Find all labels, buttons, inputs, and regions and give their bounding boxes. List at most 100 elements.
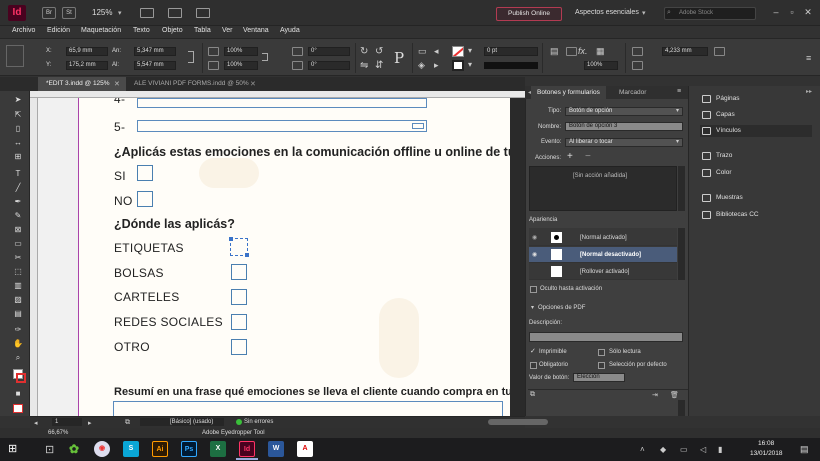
- maximize-icon[interactable]: ▫: [786, 6, 798, 18]
- flip-horizontal-icon[interactable]: ⇋: [360, 60, 368, 71]
- flip-vertical-icon[interactable]: ⇵: [375, 60, 383, 71]
- open-page-icon[interactable]: ⧉: [125, 419, 130, 427]
- select-previous-icon[interactable]: ◂: [434, 46, 439, 57]
- panel-capas[interactable]: Capas: [700, 109, 806, 121]
- width-field[interactable]: 5,347 mm: [134, 47, 176, 56]
- constrain-scale-icon[interactable]: [262, 53, 268, 61]
- auto-fit-icon[interactable]: [632, 47, 643, 56]
- clover-app-icon[interactable]: ✿: [66, 441, 82, 457]
- radio-no[interactable]: [137, 191, 153, 207]
- tab-close-icon[interactable]: ✕: [114, 80, 120, 88]
- imprimible-checkbox-checked-icon[interactable]: ✓: [530, 347, 536, 355]
- seleccion-checkbox[interactable]: [598, 362, 605, 369]
- first-page-icon[interactable]: ◂: [34, 419, 38, 427]
- panel-paginas[interactable]: Páginas: [700, 93, 806, 105]
- minimize-icon[interactable]: –: [770, 6, 782, 18]
- text-field-4[interactable]: [137, 98, 427, 108]
- task-view-icon[interactable]: ⊡: [45, 443, 54, 456]
- pen-tool-icon[interactable]: ✒: [13, 197, 23, 206]
- clock-time[interactable]: 16:08: [758, 440, 774, 447]
- indesign-app-icon[interactable]: Id: [8, 5, 26, 21]
- rotate-ccw-icon[interactable]: ↺: [375, 46, 383, 57]
- menu-ver[interactable]: Ver: [222, 27, 233, 34]
- fill-dropdown-icon[interactable]: ▾: [468, 46, 472, 55]
- rectangle-tool-icon[interactable]: ▭: [13, 239, 23, 248]
- menu-archivo[interactable]: Archivo: [12, 27, 35, 34]
- height-field[interactable]: 5,547 mm: [134, 61, 176, 70]
- windows-start-icon[interactable]: ⊞: [8, 443, 21, 456]
- close-icon[interactable]: ✕: [802, 6, 814, 18]
- menu-objeto[interactable]: Objeto: [162, 27, 183, 34]
- eye-icon[interactable]: ◉: [532, 247, 537, 263]
- tab-edit3[interactable]: *EDIT 3.indd @ 125%: [38, 77, 126, 91]
- scroll-thumb[interactable]: [488, 419, 548, 425]
- stroke-color-icon[interactable]: [16, 373, 26, 383]
- photoshop-icon[interactable]: Ps: [181, 441, 197, 457]
- notifications-icon[interactable]: ▤: [800, 444, 809, 455]
- radio-carteles[interactable]: [231, 289, 247, 305]
- panel-color[interactable]: Color: [700, 167, 806, 179]
- content-collector-icon[interactable]: ⊞: [13, 152, 23, 161]
- panel-menu-icon[interactable]: ≡: [677, 88, 681, 95]
- preview-spread-icon[interactable]: ⧉: [530, 391, 535, 399]
- arrange-documents-icon[interactable]: [196, 8, 210, 18]
- solo-lectura-checkbox[interactable]: [598, 349, 605, 356]
- direct-selection-tool-icon[interactable]: ⇱: [13, 110, 23, 119]
- state-normal-on[interactable]: ◉ [Normal activado]: [529, 230, 677, 246]
- horizontal-ruler[interactable]: [30, 91, 525, 98]
- page-number-field[interactable]: 1: [52, 418, 82, 426]
- document-canvas[interactable]: 4- 5- ¿Aplicás estas emociones en la com…: [38, 98, 525, 416]
- y-field[interactable]: 175,2 mm: [66, 61, 108, 70]
- radio-otro[interactable]: [231, 339, 247, 355]
- eye-icon[interactable]: ◉: [532, 230, 537, 246]
- tab-buttons-forms[interactable]: Botones y formularios: [531, 86, 606, 99]
- panel-menu-icon[interactable]: ≡: [806, 53, 811, 63]
- scissors-tool-icon[interactable]: ✂: [13, 253, 23, 262]
- shear-angle-field[interactable]: 0°: [308, 61, 350, 70]
- radio-si[interactable]: [137, 165, 153, 181]
- state-normal-off[interactable]: ◉ [Normal desactivado]: [529, 247, 677, 263]
- workspace-chevron-icon[interactable]: ▾: [642, 9, 646, 17]
- tab-close-icon[interactable]: ✕: [250, 80, 256, 88]
- gradient-swatch-tool-icon[interactable]: ▥: [13, 281, 23, 290]
- menu-texto[interactable]: Texto: [133, 27, 150, 34]
- panel-trazo[interactable]: Trazo: [700, 150, 806, 162]
- column-width-field[interactable]: 4,233 mm: [662, 47, 708, 56]
- tray-chevron-icon[interactable]: ˄: [640, 445, 645, 454]
- dropbox-tray-icon[interactable]: ◆: [660, 445, 666, 454]
- primary-text-frame-style[interactable]: [Básico] (usado): [140, 418, 224, 426]
- hand-tool-icon[interactable]: ✋: [13, 339, 23, 348]
- rectangle-frame-tool-icon[interactable]: ⊠: [13, 225, 23, 234]
- apply-color-icon[interactable]: ■: [13, 389, 23, 398]
- tab-ale-viviani[interactable]: ALE VIVIANI PDF FORMS.indd @ 50%: [126, 77, 262, 91]
- tipo-dropdown[interactable]: Botón de opción: [565, 107, 683, 116]
- volume-icon[interactable]: ◁: [700, 445, 706, 454]
- scale-y-field[interactable]: 100%: [224, 61, 258, 70]
- tab-marcador[interactable]: Marcador: [613, 86, 652, 99]
- gap-tool-icon[interactable]: ↔: [13, 138, 23, 147]
- state-rollover-on[interactable]: [Rollover activado]: [529, 264, 677, 280]
- summary-text-field[interactable]: [113, 401, 503, 416]
- expand-dock-icon[interactable]: ▸▸: [806, 88, 812, 95]
- panel-muestras[interactable]: Muestras: [700, 192, 806, 204]
- nombre-field[interactable]: Botón de opción 3: [565, 122, 683, 131]
- opacity-field[interactable]: 100%: [584, 61, 618, 70]
- radio-bolsas[interactable]: [231, 264, 247, 280]
- menu-edicion[interactable]: Edición: [47, 27, 70, 34]
- type-tool-icon[interactable]: T: [13, 169, 23, 178]
- workspace-switcher[interactable]: Aspectos esenciales: [575, 9, 639, 16]
- add-action-icon[interactable]: +: [567, 151, 573, 162]
- fill-swatch[interactable]: [452, 46, 464, 57]
- convert-object-icon[interactable]: ⇥: [652, 391, 658, 399]
- panel-bibliotecas[interactable]: Bibliotecas CC: [700, 209, 806, 221]
- trash-icon[interactable]: 🗑: [670, 391, 679, 399]
- document-page[interactable]: 4- 5- ¿Aplicás estas emociones en la com…: [78, 98, 525, 416]
- panel-scrollbar[interactable]: [678, 400, 685, 416]
- stock-button[interactable]: St: [62, 7, 76, 19]
- stroke-swatch[interactable]: [452, 60, 464, 71]
- x-field[interactable]: 65,9 mm: [66, 47, 108, 56]
- stroke-type-selector[interactable]: [484, 62, 538, 69]
- indesign-taskbar-icon[interactable]: Id: [239, 441, 255, 457]
- menu-ayuda[interactable]: Ayuda: [280, 27, 300, 34]
- acrobat-icon[interactable]: A: [297, 441, 313, 457]
